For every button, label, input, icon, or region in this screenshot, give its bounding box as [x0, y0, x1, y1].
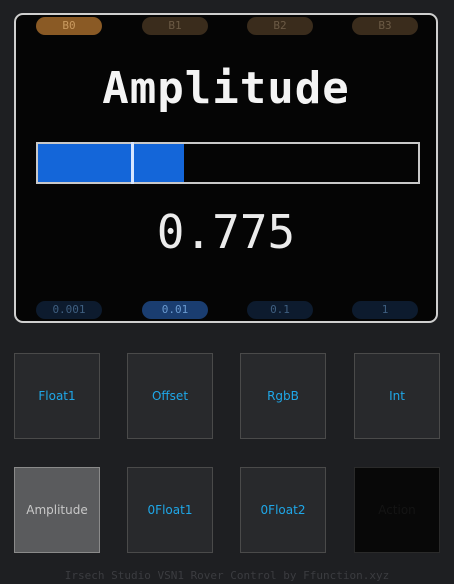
step-button-0001[interactable]: 0.001 — [36, 301, 102, 319]
bank-button-b3[interactable]: B3 — [352, 17, 418, 35]
display-screen: B0 B1 B2 B3 Amplitude 0.775 0.001 0.01 0… — [14, 13, 438, 323]
pad-float1[interactable]: Float1 — [14, 353, 100, 439]
step-button-01[interactable]: 0.1 — [247, 301, 313, 319]
value-bar-fill — [38, 144, 185, 182]
parameter-title: Amplitude — [102, 63, 350, 114]
step-size-selector: 0.001 0.01 0.1 1 — [36, 301, 418, 319]
footer-credit: Irsech Studio VSN1 Rover Control by Ffun… — [64, 569, 390, 582]
pad-rgbb[interactable]: RgbB — [240, 353, 326, 439]
value-bar-marker — [131, 142, 135, 184]
step-button-1[interactable]: 1 — [352, 301, 418, 319]
bank-button-b0[interactable]: B0 — [36, 17, 102, 35]
pad-offset[interactable]: Offset — [127, 353, 213, 439]
pad-amplitude[interactable]: Amplitude — [14, 467, 100, 553]
pad-0float1[interactable]: 0Float1 — [127, 467, 213, 553]
pad-int[interactable]: Int — [354, 353, 440, 439]
bank-button-b1[interactable]: B1 — [142, 17, 208, 35]
bank-button-b2[interactable]: B2 — [247, 17, 313, 35]
parameter-value: 0.775 — [156, 205, 296, 259]
bank-selector: B0 B1 B2 B3 — [36, 17, 418, 35]
value-bar[interactable] — [36, 142, 420, 184]
pad-action[interactable]: Action — [354, 467, 440, 553]
pad-0float2[interactable]: 0Float2 — [240, 467, 326, 553]
step-button-001[interactable]: 0.01 — [142, 301, 208, 319]
